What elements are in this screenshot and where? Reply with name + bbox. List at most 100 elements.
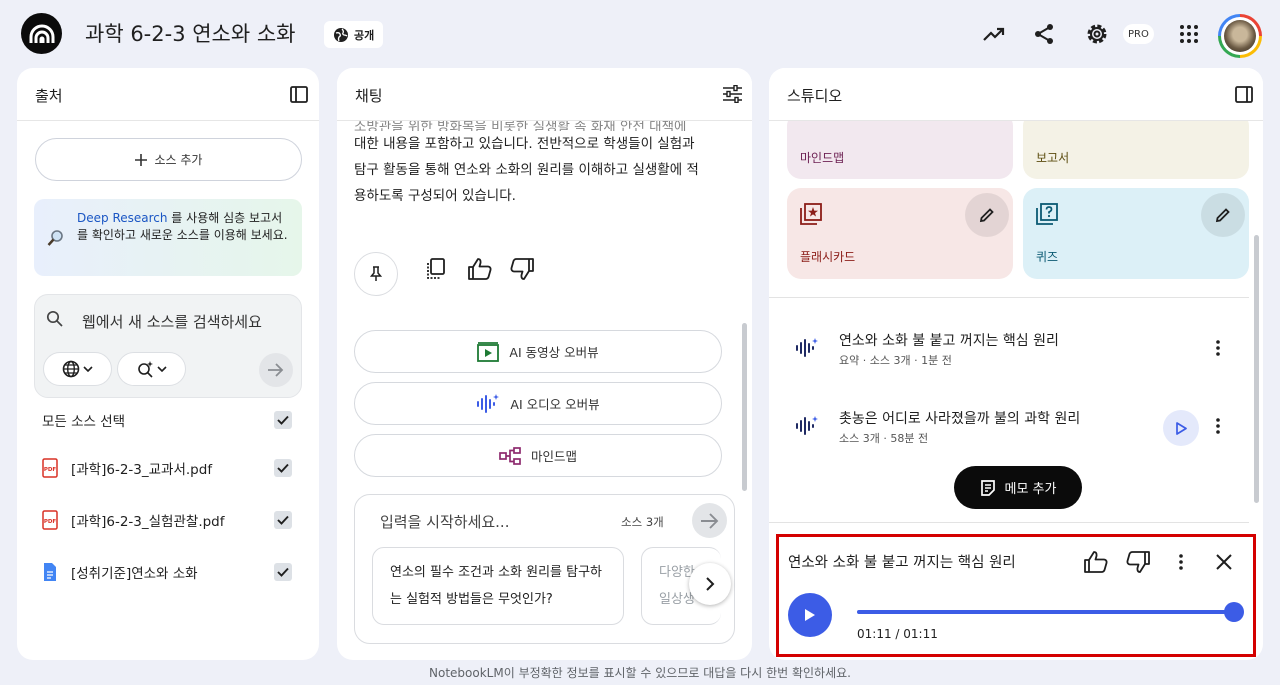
panel-collapse-icon[interactable] <box>1235 86 1253 103</box>
audio-player: 연소와 소화 불 붙고 꺼지는 핵심 원리 01:11 / 01:11 <box>776 534 1256 657</box>
divider <box>769 297 1249 298</box>
suggested-question[interactable]: 연소의 필수 조건과 소화 원리를 탐구하는 실험적 방법들은 무엇인가? <box>372 547 624 625</box>
plus-icon <box>134 153 147 166</box>
note-meta: 요약 · 소스 3개 · 1분 전 <box>839 354 952 367</box>
chevron-down-icon <box>157 366 167 372</box>
share-visibility-chip[interactable]: 공개 <box>324 21 384 48</box>
panel-collapse-icon[interactable] <box>290 86 308 103</box>
close-icon[interactable] <box>1216 554 1232 570</box>
notebook-title[interactable]: 과학 6-2-3 연소와 소화 <box>85 18 296 48</box>
pencil-icon <box>979 208 994 223</box>
video-overview-label: AI 동영상 오버뷰 <box>509 345 599 360</box>
audio-wave-icon <box>477 393 500 413</box>
copy-button[interactable] <box>419 253 451 285</box>
analytics-icon[interactable] <box>981 21 1007 47</box>
share-icon[interactable] <box>1031 21 1057 47</box>
play-note-button[interactable] <box>1163 410 1199 446</box>
chevron-down-icon <box>83 366 93 372</box>
chat-scrollbar[interactable] <box>742 323 747 491</box>
deep-research-link[interactable]: Deep Research <box>77 211 167 225</box>
source-checkbox[interactable] <box>274 563 292 581</box>
source-name: [과학]6-2-3_교과서.pdf <box>71 462 213 478</box>
more-vert-icon[interactable] <box>1216 340 1220 356</box>
check-icon <box>277 515 289 525</box>
source-name: [성취기준]연소와 소화 <box>71 566 198 582</box>
edit-flashcard-button[interactable] <box>965 193 1009 237</box>
check-icon <box>277 567 289 577</box>
more-vert-icon[interactable] <box>1179 554 1183 570</box>
flashcard-icon <box>800 203 822 225</box>
progress-handle[interactable] <box>1224 602 1244 622</box>
source-checkbox[interactable] <box>274 511 292 529</box>
report-tile-label: 보고서 <box>1036 151 1070 165</box>
thumbs-up-icon <box>468 258 492 280</box>
select-all-checkbox[interactable] <box>274 411 292 429</box>
source-item[interactable]: [성취기준]연소와 소화 <box>42 560 292 584</box>
apps-grid-icon[interactable] <box>1176 21 1202 47</box>
svg-text:PDF: PDF <box>44 519 57 525</box>
research-mode-dropdown[interactable] <box>117 352 186 386</box>
add-note-button[interactable]: 메모 추가 <box>954 466 1082 509</box>
next-suggestion-button[interactable] <box>689 563 731 605</box>
source-item[interactable]: PDF [과학]6-2-3_교과서.pdf <box>42 456 292 480</box>
studio-header: 스튜디오 <box>769 68 1263 121</box>
search-sparkle-icon <box>138 361 153 378</box>
mindmap-tile-label: 마인드맵 <box>800 151 845 165</box>
quiz-tile[interactable]: 퀴즈 <box>1023 188 1249 279</box>
sources-panel: 출처 소스 추가 Deep Research 를 사용해 심층 보고서를 확인하… <box>17 68 319 660</box>
web-source-search: 웹에서 새 소스를 검색하세요 <box>34 294 302 398</box>
select-all-row[interactable]: 모든 소스 선택 <box>42 408 292 432</box>
settings-gear-icon[interactable] <box>1084 21 1110 47</box>
thumbs-down-icon[interactable] <box>1126 551 1150 573</box>
report-tile[interactable]: 보고서 <box>1023 112 1249 179</box>
audio-wave-icon <box>796 338 818 357</box>
thumbs-down-button[interactable] <box>506 253 538 285</box>
notebooklm-logo-icon[interactable] <box>21 13 62 54</box>
audio-overview-button[interactable]: AI 오디오 오버뷰 <box>354 382 722 425</box>
pro-badge: PRO <box>1123 24 1154 44</box>
chat-panel: 소방관을 위한 방화복을 비롯한 실생활 속 화재 안전 대책에 대한 내용을 … <box>337 68 752 660</box>
send-button[interactable] <box>692 503 727 538</box>
chat-input[interactable]: 입력을 시작하세요... <box>380 511 509 532</box>
mindmap-button[interactable]: 마인드맵 <box>354 434 722 477</box>
copy-icon <box>427 258 445 279</box>
edit-quiz-button[interactable] <box>1201 193 1245 237</box>
studio-note-item[interactable]: 연소와 소화 불 붙고 꺼지는 핵심 원리 요약 · 소스 3개 · 1분 전 <box>769 320 1235 380</box>
studio-scrollbar[interactable] <box>1254 235 1259 503</box>
sources-header: 출처 <box>17 68 319 121</box>
play-button[interactable] <box>788 593 832 637</box>
source-checkbox[interactable] <box>274 459 292 477</box>
flashcard-tile[interactable]: 플래시카드 <box>787 188 1013 279</box>
web-scope-dropdown[interactable] <box>43 352 112 386</box>
progress-bar[interactable] <box>857 602 1244 622</box>
more-vert-icon[interactable] <box>1216 418 1220 434</box>
search-input[interactable]: 웹에서 새 소스를 검색하세요 <box>82 311 262 332</box>
deep-research-text: Deep Research 를 사용해 심층 보고서를 확인하고 새로운 소스를… <box>77 211 288 242</box>
search-submit-button[interactable] <box>259 353 293 387</box>
search-icon <box>46 310 63 327</box>
source-item[interactable]: PDF [과학]6-2-3_실험관찰.pdf <box>42 508 292 532</box>
add-note-label: 메모 추가 <box>1004 482 1057 497</box>
arrow-right-icon <box>268 363 284 377</box>
progress-fill <box>857 610 1234 614</box>
svg-text:PDF: PDF <box>44 467 57 473</box>
thumbs-up-button[interactable] <box>464 253 496 285</box>
thumbs-up-icon[interactable] <box>1084 551 1108 573</box>
check-icon <box>277 463 289 473</box>
user-avatar[interactable] <box>1218 14 1262 58</box>
chat-header: 채팅 <box>337 68 752 121</box>
chat-settings-tune-icon[interactable] <box>723 85 742 103</box>
source-name: [과학]6-2-3_실험관찰.pdf <box>71 514 225 530</box>
public-label: 공개 <box>354 28 375 42</box>
pdf-icon: PDF <box>42 458 58 478</box>
chat-title: 채팅 <box>355 87 383 105</box>
studio-note-item[interactable]: 촛농은 어디로 사라졌을까 불의 과학 원리 소스 3개 · 58분 전 <box>769 398 1235 458</box>
check-icon <box>277 415 289 425</box>
save-to-note-button[interactable] <box>354 252 398 296</box>
mindmap-tile[interactable]: 마인드맵 <box>787 112 1013 179</box>
mindmap-icon <box>499 446 521 465</box>
add-source-button[interactable]: 소스 추가 <box>35 138 302 181</box>
magnifier-emoji-icon <box>47 230 63 246</box>
note-title: 촛농은 어디로 사라졌을까 불의 과학 원리 <box>839 411 1081 427</box>
video-overview-button[interactable]: AI 동영상 오버뷰 <box>354 330 722 373</box>
